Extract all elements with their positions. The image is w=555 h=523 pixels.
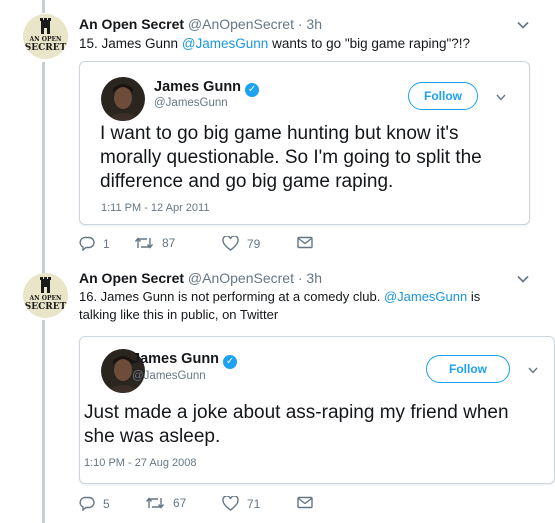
reply-icon xyxy=(79,236,95,251)
heart-icon xyxy=(222,236,239,251)
reply-count: 1 xyxy=(103,236,110,251)
follow-button[interactable]: Follow xyxy=(408,82,478,110)
tweet-time[interactable]: 3h xyxy=(306,270,322,286)
envelope-icon xyxy=(297,496,313,509)
quoted-tweet-text: Just made a joke about ass-raping my fri… xyxy=(84,402,509,447)
avatar-logo-line-2: SECRET xyxy=(24,302,67,312)
avatar-logo-line-1: AN OPEN xyxy=(29,295,62,302)
quoted-author-name[interactable]: James Gunn ✓ xyxy=(132,351,238,369)
quoted-avatar[interactable] xyxy=(101,77,145,121)
retweet-icon xyxy=(134,237,154,249)
like-count: 79 xyxy=(247,236,261,251)
quoted-author-name-text: James Gunn xyxy=(154,79,242,95)
quoted-tweet-timestamp[interactable]: 1:11 PM - 12 Apr 2011 xyxy=(101,202,209,214)
direct-message-button[interactable] xyxy=(297,496,313,509)
like-count: 71 xyxy=(247,496,261,511)
reply-button[interactable]: 1 xyxy=(79,236,110,251)
tweet-header: An Open Secret @AnOpenSecret · 3h xyxy=(79,270,322,286)
tweet-actions: 5 67 71 xyxy=(79,496,479,516)
reply-count: 5 xyxy=(103,496,110,511)
tweet[interactable]: AN OPEN SECRET An Open Secret @AnOpenSec… xyxy=(0,0,555,258)
verified-badge-icon: ✓ xyxy=(245,83,260,97)
retweet-button[interactable]: 67 xyxy=(145,496,186,510)
avatar-logo-line-1: AN OPEN xyxy=(29,36,62,43)
like-button[interactable]: 71 xyxy=(222,496,260,511)
quoted-author-handle[interactable]: @JamesGunn xyxy=(132,370,206,382)
quoted-tweet-timestamp[interactable]: 1:10 PM - 27 Aug 2008 xyxy=(84,457,197,469)
mention-link[interactable]: @JamesGunn xyxy=(384,289,467,304)
tweet-time[interactable]: 3h xyxy=(306,16,322,32)
like-button[interactable]: 79 xyxy=(222,236,260,251)
tweet-text: 16. James Gunn is not performing at a co… xyxy=(79,288,519,324)
chevron-down-icon[interactable] xyxy=(517,18,529,32)
reply-button[interactable]: 5 xyxy=(79,496,110,511)
chevron-down-icon[interactable] xyxy=(528,363,538,377)
verified-badge-icon: ✓ xyxy=(223,355,238,369)
tweet-actions: 1 87 79 xyxy=(79,236,479,256)
tweet-text-suffix: wants to go "big game raping"?!? xyxy=(268,36,471,51)
quoted-tweet-text: I want to go big game hunting but know i… xyxy=(100,123,482,192)
author-name[interactable]: An Open Secret xyxy=(79,16,184,32)
separator-dot: · xyxy=(297,270,303,286)
retweet-count: 87 xyxy=(162,236,176,250)
tweet-header: An Open Secret @AnOpenSecret · 3h xyxy=(79,16,322,32)
chevron-down-icon[interactable] xyxy=(517,272,529,286)
chevron-down-icon[interactable] xyxy=(496,90,506,104)
author-handle[interactable]: @AnOpenSecret xyxy=(188,270,294,286)
tweet[interactable]: AN OPEN SECRET An Open Secret @AnOpenSec… xyxy=(0,258,555,523)
quoted-author-name-text: James Gunn xyxy=(132,351,220,367)
retweet-count: 67 xyxy=(173,496,187,510)
quoted-tweet[interactable]: James Gunn ✓ @JamesGunn Follow Just made … xyxy=(79,336,555,484)
mention-link[interactable]: @JamesGunn xyxy=(182,36,269,51)
avatar-logo-line-2: SECRET xyxy=(24,43,67,53)
quoted-tweet[interactable]: James Gunn ✓ @JamesGunn Follow I want to … xyxy=(79,61,530,225)
quoted-author-handle[interactable]: @JamesGunn xyxy=(154,97,228,109)
retweet-button[interactable]: 87 xyxy=(134,236,175,250)
avatar[interactable]: AN OPEN SECRET xyxy=(23,273,68,318)
heart-icon xyxy=(222,496,239,511)
separator-dot: · xyxy=(297,16,303,32)
tweet-text: 15. James Gunn @JamesGunn wants to go "b… xyxy=(79,35,524,53)
profile-photo-icon xyxy=(105,84,141,121)
envelope-icon xyxy=(297,236,313,249)
author-name[interactable]: An Open Secret xyxy=(79,270,184,286)
avatar[interactable]: AN OPEN SECRET xyxy=(23,14,68,59)
follow-button[interactable]: Follow xyxy=(426,355,510,383)
quoted-author-name[interactable]: James Gunn ✓ xyxy=(154,79,260,97)
direct-message-button[interactable] xyxy=(297,236,313,249)
reply-icon xyxy=(79,496,95,511)
tweet-text-prefix: 15. James Gunn xyxy=(79,36,182,51)
author-handle[interactable]: @AnOpenSecret xyxy=(188,16,294,32)
tweet-text-prefix: 16. James Gunn is not performing at a co… xyxy=(79,289,384,304)
retweet-icon xyxy=(145,497,165,509)
